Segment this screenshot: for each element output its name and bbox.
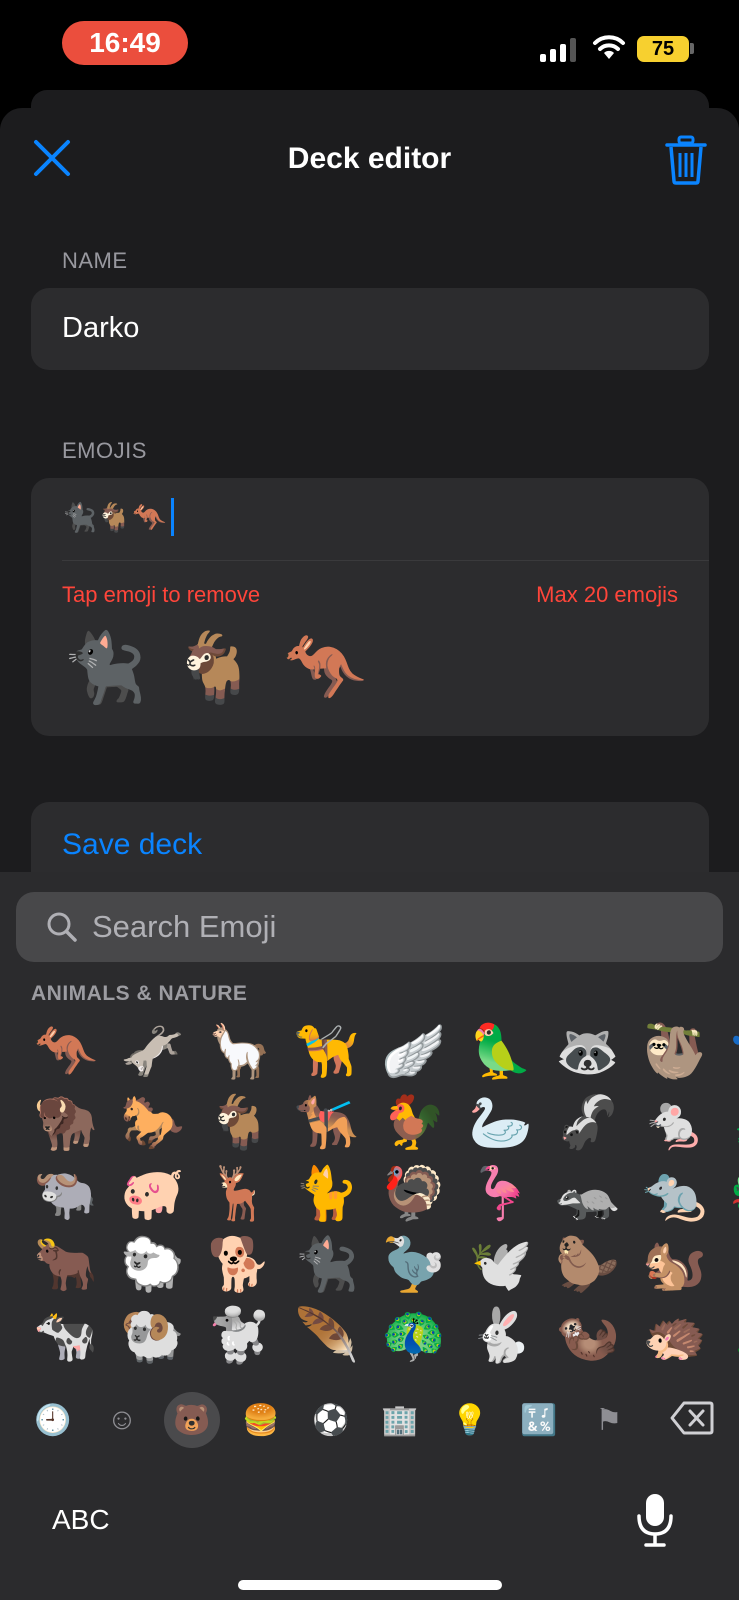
emojis-card: 🐈‍⬛🐐🦘 Tap emoji to remove Max 20 emojis … [31,478,709,736]
emoji-key[interactable]: 🦔 [631,1301,718,1372]
emoji-key[interactable]: 🦥 [631,1017,718,1088]
emoji-row: 🐂 🐑 🐕 🐈‍⬛ 🦤 🕊️ 🦫 🐿️ 🌵 [22,1230,739,1301]
emoji-key[interactable]: 🐖 [109,1159,196,1230]
emoji-key[interactable]: 🐈 [283,1159,370,1230]
emoji-row: 🦬 🐎 🐐 🐕‍🦺 🐓 🦢 🦨 🐁 🐉 [22,1088,739,1159]
food-icon[interactable]: 🍔 [233,1392,289,1448]
emoji-key[interactable]: 🦡 [544,1159,631,1230]
emoji-key[interactable]: 🦢 [457,1088,544,1159]
emoji-key[interactable]: 🐐 [196,1088,283,1159]
battery-tip [690,43,694,54]
emoji-key[interactable]: 🦌 [196,1159,283,1230]
trash-button[interactable] [665,135,707,185]
name-section-label: NAME [62,248,128,273]
emoji-key[interactable]: 🦜 [457,1017,544,1088]
emoji-key[interactable]: 🦨 [544,1088,631,1159]
status-time: 16:49 [62,21,188,65]
emoji-key[interactable]: 🫏 [109,1017,196,1088]
emoji-key[interactable]: 🕊️ [457,1230,544,1301]
max-emojis-hint: Max 20 emojis [536,582,678,607]
emoji-key[interactable]: 🐃 [22,1159,109,1230]
selected-emoji[interactable]: 🦘 [282,628,367,708]
emoji-row: 🐄 🐏 🐩 🪶 🦚 🐇 🦦 🦔 🎄 [22,1301,739,1372]
card-divider [62,560,709,561]
selected-emoji[interactable]: 🐐 [172,628,257,708]
emoji-row: 🐃 🐖 🦌 🐈 🦃 🦩 🦡 🐀 🐲 [22,1159,739,1230]
emoji-key[interactable]: 🦃 [370,1159,457,1230]
backspace-icon[interactable] [670,1400,714,1436]
emoji-key[interactable]: 🐁 [631,1088,718,1159]
emoji-key[interactable]: 🐿️ [631,1230,718,1301]
page-title: Deck editor [287,142,452,175]
emoji-key[interactable]: 🐓 [370,1088,457,1159]
search-placeholder: Search Emoji [92,909,277,944]
abc-button[interactable]: ABC [52,1504,110,1536]
travel-icon[interactable]: 🏢 [372,1392,428,1448]
microphone-icon[interactable] [636,1492,674,1548]
emoji-key[interactable]: 🐎 [109,1088,196,1159]
animals-icon[interactable]: 🐻 [164,1392,220,1448]
emoji-row: 🦘 🫏 🦙 🦮 🪽 🦜 🦝 🦥 🐾 [22,1017,739,1088]
emoji-category-bar: 🕘 ☺ 🐻 🍔 ⚽ 🏢 💡 🔣 ⚑ [0,1392,739,1452]
emoji-key[interactable]: 🦘 [22,1017,109,1088]
remove-hint: Tap emoji to remove [62,582,261,607]
emoji-key[interactable]: 🐩 [196,1301,283,1372]
emoji-key[interactable]: 🐉 [718,1088,739,1159]
name-value: Darko [62,312,140,344]
emoji-key[interactable]: 🐏 [109,1301,196,1372]
smileys-icon[interactable]: ☺ [94,1392,150,1448]
emoji-key[interactable]: 🦬 [22,1088,109,1159]
emoji-key[interactable]: 🦮 [283,1017,370,1088]
emoji-key[interactable]: 🪶 [283,1301,370,1372]
status-bar: 16:49 75 [0,0,739,100]
emoji-key[interactable]: 🦝 [544,1017,631,1088]
emoji-key[interactable]: 🦩 [457,1159,544,1230]
emoji-key[interactable]: 🐂 [22,1230,109,1301]
emoji-key[interactable]: 🐕 [196,1230,283,1301]
cellular-signal-icon [540,38,576,62]
emoji-search-input[interactable]: Search Emoji [16,892,723,962]
emoji-category-title: ANIMALS & NATURE [31,982,248,1005]
emoji-grid: 🦘 🫏 🦙 🦮 🪽 🦜 🦝 🦥 🐾 🦬 🐎 🐐 🐕‍🦺 🐓 🦢 🦨 🐁 🐉 🐃 … [22,1017,739,1377]
emoji-key[interactable]: 🪽 [370,1017,457,1088]
emoji-key[interactable]: 🦙 [196,1017,283,1088]
emoji-key[interactable]: 🦤 [370,1230,457,1301]
name-field[interactable]: Darko [31,288,709,370]
emoji-key[interactable]: 🦫 [544,1230,631,1301]
objects-icon[interactable]: 💡 [442,1392,498,1448]
wifi-icon [593,35,625,59]
home-indicator [238,1580,502,1590]
search-icon [47,912,77,942]
activity-icon[interactable]: ⚽ [303,1392,359,1448]
selected-emojis: 🐈‍⬛ 🐐 🦘 [62,628,367,708]
text-cursor [170,498,174,536]
emoji-key[interactable]: 🦦 [544,1301,631,1372]
flags-icon[interactable]: ⚑ [581,1392,637,1448]
emojis-section-label: EMOJIS [62,438,147,463]
recent-icon[interactable]: 🕘 [25,1392,81,1448]
selected-emoji[interactable]: 🐈‍⬛ [62,628,147,708]
battery-icon: 75 [637,36,689,62]
emoji-key[interactable]: 🐇 [457,1301,544,1372]
emoji-key[interactable]: 🐀 [631,1159,718,1230]
emoji-key[interactable]: 🎄 [718,1301,739,1372]
emoji-keyboard: Search Emoji ANIMALS & NATURE 🦘 🫏 🦙 🦮 🪽 … [0,872,739,1600]
emoji-key[interactable]: 🌵 [718,1230,739,1301]
emoji-key[interactable]: 🐲 [718,1159,739,1230]
emoji-key[interactable]: 🐾 [718,1017,739,1088]
emoji-key[interactable]: 🦚 [370,1301,457,1372]
emoji-key[interactable]: 🐈‍⬛ [283,1230,370,1301]
emoji-key[interactable]: 🐑 [109,1230,196,1301]
emoji-key[interactable]: 🐕‍🦺 [283,1088,370,1159]
save-deck-label: Save deck [62,828,203,861]
emoji-input-value: 🐈‍⬛🐐🦘 [62,501,167,533]
emoji-key[interactable]: 🐄 [22,1301,109,1372]
symbols-icon[interactable]: 🔣 [511,1392,567,1448]
emoji-input-field[interactable]: 🐈‍⬛🐐🦘 [62,498,174,536]
